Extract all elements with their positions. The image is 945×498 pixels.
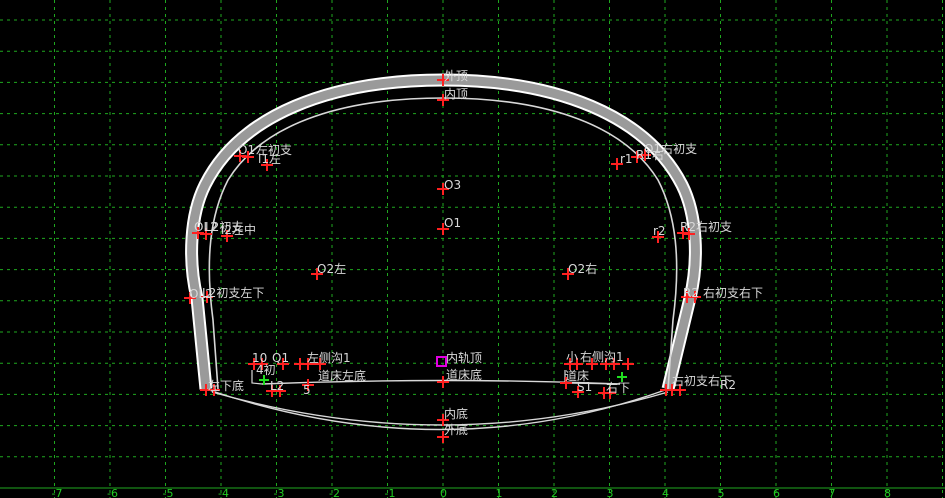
label-inner-top: 内顶 [444,87,468,101]
label-left-cluster-5: 5 [303,383,311,397]
label-o1: O1 [444,216,461,230]
label-right-arch-a: r1 [620,152,633,166]
label-left-cluster-7: 左下底 [208,378,244,393]
label-left-arch-a: O1 [238,143,255,157]
label-left-low-b: L2初支左下 [202,285,264,300]
label-left-cluster-3: 左侧沟1 [307,350,351,365]
label-right-wall-b: R2右初支 [680,219,732,234]
label-right-cluster-2: 右侧沟1 [580,349,624,364]
label-right-cluster-5: 右下 [606,380,630,395]
label-right-low-a: R2 [683,286,699,300]
label-right-wall-a: r2 [653,224,666,238]
x-tick-label: -4 [218,487,229,498]
x-tick-label: -7 [52,487,63,498]
label-outer-bottom: 外底 [444,422,468,437]
x-tick-label: 0 [440,487,447,498]
label-left-cluster-8: L2 [270,379,284,393]
label-right-cluster-1: 小 [566,350,578,364]
label-o2-right: O2右 [568,261,597,276]
x-tick-label: 4 [662,487,669,498]
x-tick-label: 1 [496,487,503,498]
label-inner-rail-top: 内轨顶 [446,351,482,365]
label-left-cluster-6: 4初 [256,363,276,377]
label-o3: O3 [444,178,461,192]
x-tick-label: -5 [163,487,174,498]
x-tick-label: -2 [329,487,340,498]
label-left-arch-c: l1左 [258,151,281,166]
label-left-cluster-4: 道床左底 [318,368,366,383]
label-o2-left: O2左 [317,261,346,276]
label-bed-bottom: 道床底 [446,367,482,382]
tunnel-section-canvas[interactable]: -7 -6 -5 -4 -3 -2 -1 0 1 2 3 4 5 6 7 8 外顶 内顶 O3 O1 O2左 … [0,0,945,498]
label-outer-top: 外顶 [444,69,468,83]
x-tick-label: 2 [551,487,558,498]
label-left-wall-c: l2左中 [221,222,256,237]
x-tick-label: 7 [829,487,836,498]
x-tick-label: -3 [274,487,285,498]
label-right-arch-c: R1右 [636,147,664,162]
x-tick-label: 3 [607,487,614,498]
x-tick-label: 8 [884,487,891,498]
label-right-cluster-4: S1 [577,380,592,394]
x-tick-label: -6 [107,487,118,498]
x-tick-label: 6 [773,487,780,498]
x-tick-label: -1 [385,487,396,498]
label-inner-bottom: 内底 [444,406,468,421]
label-right-low-b: 右初支右下 [703,285,763,300]
x-tick-label: 5 [718,487,725,498]
label-right-cluster-7: R2 [720,378,736,392]
